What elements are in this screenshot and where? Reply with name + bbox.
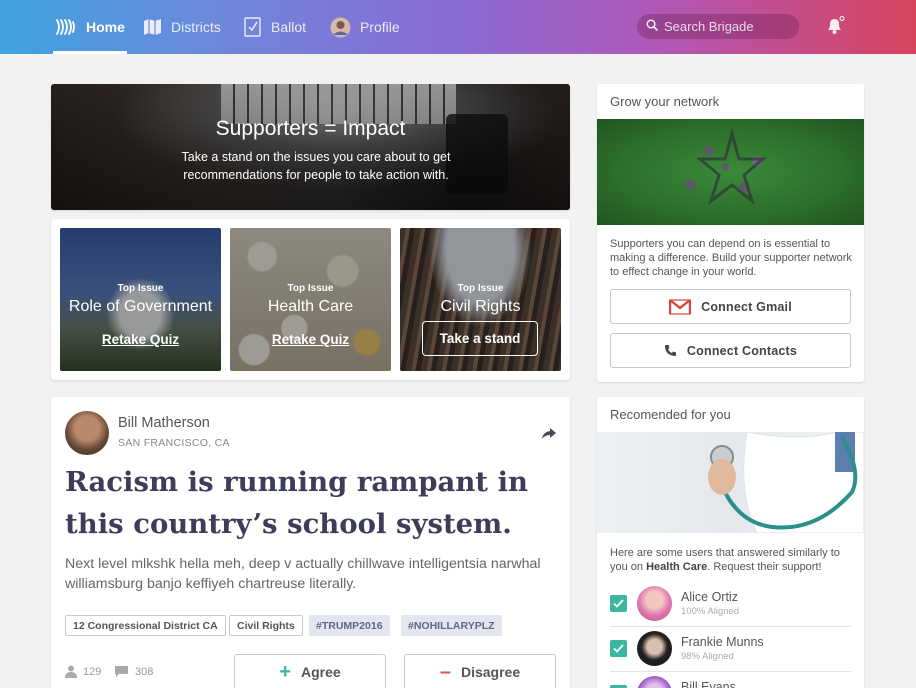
post-body: Next level mlkshk hella meh, deep v actu… — [65, 556, 541, 592]
waves-icon — [55, 17, 77, 37]
author-name[interactable]: Bill Matherson — [118, 415, 210, 431]
retake-quiz-link[interactable]: Retake Quiz — [230, 332, 391, 347]
recommended-intro: Here are some users that answered simila… — [610, 547, 840, 573]
post-headline[interactable]: Racism is running rampant in this countr… — [65, 461, 565, 545]
user-aligned: 100% Aligned — [681, 606, 740, 617]
avatar[interactable] — [637, 676, 672, 688]
disagree-label: Disagree — [460, 664, 521, 680]
check-icon[interactable] — [610, 595, 627, 612]
connect-gmail-label: Connect Gmail — [701, 299, 792, 314]
take-a-stand-button[interactable]: Take a stand — [422, 321, 538, 356]
top-issues-panel: Top Issue Role of Government Retake Quiz… — [51, 219, 570, 380]
doctor-image — [597, 431, 864, 534]
network-heading: Grow your network — [610, 94, 720, 109]
nav-ballot-label: Ballot — [271, 19, 307, 35]
hero-banner: Supporters = Impact Take a stand on the … — [51, 84, 570, 210]
nav-ballot[interactable]: Ballot — [244, 0, 306, 54]
issue-kicker: Top Issue — [117, 283, 164, 294]
connect-contacts-label: Connect Contacts — [686, 343, 798, 358]
topic-link[interactable]: Health Care — [646, 561, 707, 573]
user-name[interactable]: Bill Evans — [681, 680, 736, 688]
agree-button[interactable]: + Agree — [234, 654, 386, 688]
retake-quiz-link[interactable]: Retake Quiz — [60, 332, 221, 347]
nav-profile[interactable]: Profile — [330, 0, 400, 54]
issue-title: Civil Rights — [440, 298, 521, 315]
network-description: Supporters you can depend on is essentia… — [610, 238, 852, 278]
comments-stat: 308 — [114, 665, 153, 678]
nav-home[interactable]: Home — [53, 0, 127, 54]
top-nav: Home Districts Ballot Profile — [0, 0, 916, 54]
issue-card-civil-rights[interactable]: Top Issue Civil Rights Take a stand — [400, 228, 561, 371]
post-card: Bill Matherson SAN FRANCISCO, CA Racism … — [51, 397, 570, 688]
nav-districts-label: Districts — [171, 19, 221, 35]
issue-title: Health Care — [267, 298, 354, 315]
checkbox-icon — [244, 17, 262, 37]
issue-card-government[interactable]: Top Issue Role of Government Retake Quiz — [60, 228, 221, 371]
tag-nohillaryplz[interactable]: #NOHILLARYPLZ — [401, 615, 502, 636]
plus-icon: + — [279, 661, 291, 683]
gmail-icon — [669, 298, 692, 315]
map-icon — [143, 18, 162, 36]
recommended-heading: Recomended for you — [610, 407, 731, 422]
grow-network-card: Grow your network Supporters you can dep… — [597, 84, 864, 382]
network-image — [597, 119, 864, 225]
avatar[interactable] — [637, 586, 672, 621]
search-icon — [646, 19, 658, 34]
comment-icon — [115, 666, 128, 677]
bell-icon[interactable] — [825, 16, 845, 41]
nav-districts[interactable]: Districts — [143, 0, 221, 54]
phone-icon — [664, 344, 677, 357]
user-name[interactable]: Frankie Munns — [681, 635, 764, 649]
issue-card-health-care[interactable]: Top Issue Health Care Retake Quiz — [230, 228, 391, 371]
tag-civil-rights[interactable]: Civil Rights — [229, 615, 303, 636]
minus-icon: – — [439, 661, 451, 683]
user-name[interactable]: Alice Ortiz — [681, 590, 738, 604]
search-bar[interactable] — [637, 14, 799, 39]
tag-trump2016[interactable]: #TRUMP2016 — [309, 615, 390, 636]
comments-count: 308 — [135, 665, 154, 678]
supporters-count: 129 — [83, 665, 102, 678]
search-input[interactable] — [664, 19, 794, 34]
disagree-button[interactable]: – Disagree — [404, 654, 556, 688]
issue-kicker: Top Issue — [287, 283, 334, 294]
tag-district[interactable]: 12 Congressional District CA — [65, 615, 226, 636]
issue-kicker: Top Issue — [457, 283, 504, 294]
supporters-stat: 129 — [65, 665, 101, 678]
connect-contacts-button[interactable]: Connect Contacts — [610, 333, 851, 368]
recommended-card: Recomended for you Here are some users t… — [597, 397, 864, 688]
hero-title: Supporters = Impact — [215, 117, 406, 140]
author-location: SAN FRANCISCO, CA — [118, 437, 230, 449]
check-icon[interactable] — [610, 640, 627, 657]
nav-home-label: Home — [86, 19, 125, 35]
agree-label: Agree — [301, 664, 341, 680]
recommended-user[interactable]: Bill Evans — [610, 673, 851, 688]
connect-gmail-button[interactable]: Connect Gmail — [610, 289, 851, 324]
recommended-user[interactable]: Alice Ortiz 100% Aligned — [610, 583, 851, 627]
avatar[interactable] — [637, 631, 672, 666]
share-icon[interactable] — [541, 427, 557, 446]
issue-title: Role of Government — [68, 298, 213, 315]
avatar — [330, 17, 351, 38]
user-aligned: 98% Aligned — [681, 651, 734, 662]
author-avatar[interactable] — [65, 411, 109, 455]
hero-subtitle: Take a stand on the issues you care abou… — [181, 150, 451, 182]
nav-profile-label: Profile — [360, 19, 400, 35]
person-icon — [65, 665, 77, 678]
recommended-user[interactable]: Frankie Munns 98% Aligned — [610, 628, 851, 672]
